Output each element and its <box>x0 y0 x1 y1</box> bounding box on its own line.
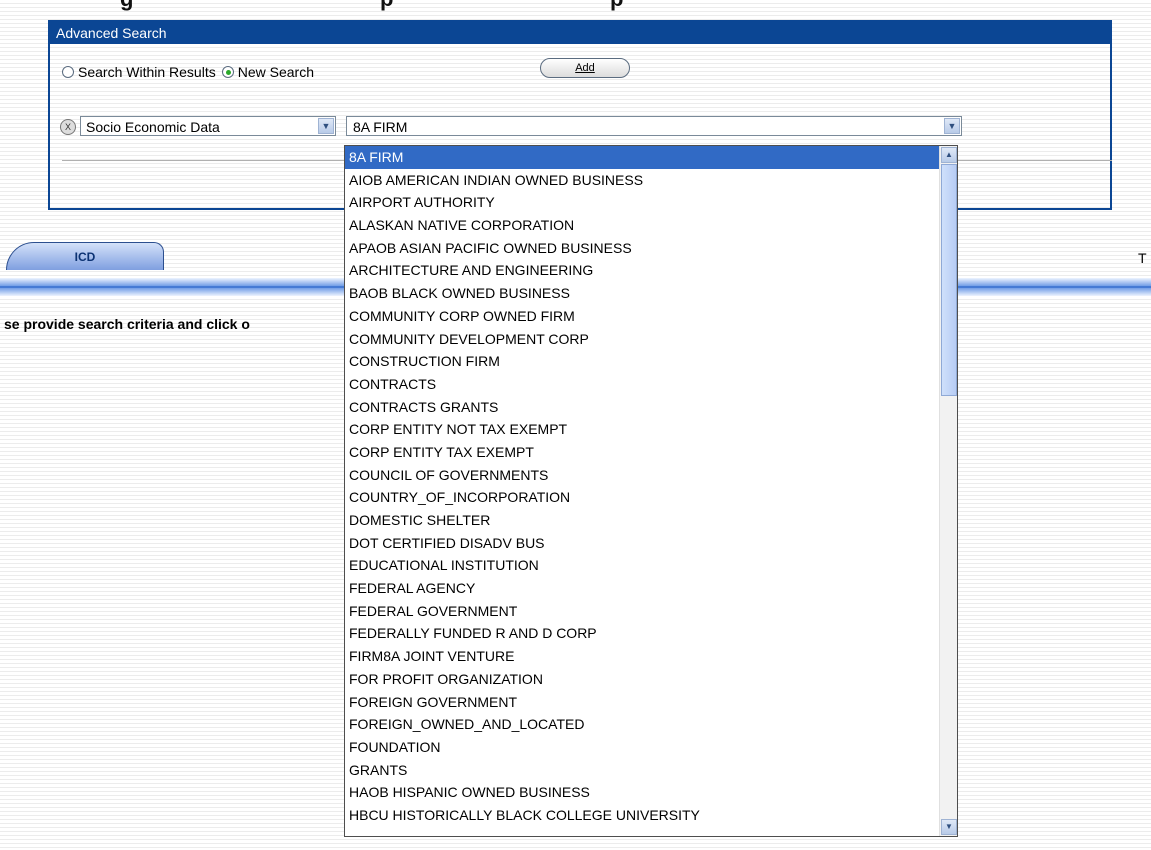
tab-label: ICD <box>74 250 96 264</box>
field-select[interactable]: Socio Economic Data ▼ <box>80 116 336 136</box>
dropdown-option[interactable]: CONSTRUCTION FIRM <box>345 350 939 373</box>
dropdown-option[interactable]: FEDERAL GOVERNMENT <box>345 600 939 623</box>
dropdown-options: 8A FIRM AIOB AMERICAN INDIAN OWNED BUSINE… <box>345 146 957 827</box>
new-search-radio[interactable] <box>221 66 234 78</box>
field-select-value: Socio Economic Data <box>86 119 220 135</box>
dropdown-option[interactable]: FIRM8A JOINT VENTURE <box>345 645 939 668</box>
dropdown-option[interactable]: FOR PROFIT ORGANIZATION <box>345 668 939 691</box>
right-cropped-text: T <box>1138 250 1147 266</box>
dropdown-option[interactable]: EDUCATIONAL INSTITUTION <box>345 554 939 577</box>
dropdown-option[interactable]: ALASKAN NATIVE CORPORATION <box>345 214 939 237</box>
dropdown-option[interactable]: CONTRACTS <box>345 373 939 396</box>
chevron-down-icon[interactable]: ▼ <box>941 819 957 835</box>
dropdown-option[interactable]: CONTRACTS GRANTS <box>345 396 939 419</box>
dropdown-option[interactable]: DOMESTIC SHELTER <box>345 509 939 532</box>
chevron-down-icon[interactable]: ▼ <box>318 118 334 134</box>
search-within-label[interactable]: Search Within Results <box>78 64 216 80</box>
dropdown-option[interactable]: HAOB HISPANIC OWNED BUSINESS <box>345 781 939 804</box>
dropdown-option[interactable]: COUNCIL OF GOVERNMENTS <box>345 464 939 487</box>
chevron-down-icon[interactable]: ▼ <box>944 118 960 134</box>
dropdown-option[interactable]: FEDERALLY FUNDED R AND D CORP <box>345 622 939 645</box>
dropdown-option[interactable]: CORP ENTITY TAX EXEMPT <box>345 441 939 464</box>
dropdown-option[interactable]: FOREIGN GOVERNMENT <box>345 691 939 714</box>
remove-criterion-icon[interactable]: X <box>60 119 76 135</box>
dropdown-option[interactable]: GRANTS <box>345 759 939 782</box>
tab-icd[interactable]: ICD <box>6 242 164 270</box>
dropdown-option[interactable]: AIRPORT AUTHORITY <box>345 191 939 214</box>
new-search-label[interactable]: New Search <box>238 64 314 80</box>
value-dropdown-list[interactable]: 8A FIRM AIOB AMERICAN INDIAN OWNED BUSINE… <box>344 145 958 837</box>
dropdown-scrollbar[interactable]: ▲ ▼ <box>939 146 957 836</box>
dropdown-option[interactable]: FOUNDATION <box>345 736 939 759</box>
scroll-thumb[interactable] <box>941 164 957 396</box>
dropdown-option[interactable]: HBCU HISTORICALLY BLACK COLLEGE UNIVERSI… <box>345 804 939 827</box>
dropdown-option[interactable]: FEDERAL AGENCY <box>345 577 939 600</box>
value-select[interactable]: 8A FIRM ▼ <box>346 116 962 136</box>
dropdown-option[interactable]: CORP ENTITY NOT TAX EXEMPT <box>345 418 939 441</box>
dropdown-option[interactable]: COMMUNITY DEVELOPMENT CORP <box>345 328 939 351</box>
status-message: se provide search criteria and click o <box>4 316 250 332</box>
advanced-search-title: Advanced Search <box>50 22 1110 44</box>
dropdown-option[interactable]: COMMUNITY CORP OWNED FIRM <box>345 305 939 328</box>
dropdown-option[interactable]: ARCHITECTURE AND ENGINEERING <box>345 259 939 282</box>
top-cropped-text: g p p <box>0 0 1151 14</box>
value-select-value: 8A FIRM <box>353 119 408 135</box>
dropdown-option[interactable]: DOT CERTIFIED DISADV BUS <box>345 532 939 555</box>
dropdown-option[interactable]: AIOB AMERICAN INDIAN OWNED BUSINESS <box>345 169 939 192</box>
dropdown-option[interactable]: APAOB ASIAN PACIFIC OWNED BUSINESS <box>345 237 939 260</box>
add-button-label: Add <box>575 62 595 74</box>
search-within-radio[interactable] <box>62 66 74 78</box>
dropdown-option[interactable]: COUNTRY_OF_INCORPORATION <box>345 486 939 509</box>
dropdown-option[interactable]: 8A FIRM <box>345 146 939 169</box>
dropdown-option[interactable]: FOREIGN_OWNED_AND_LOCATED <box>345 713 939 736</box>
search-mode-radios: Search Within Results New Search <box>62 64 320 80</box>
chevron-up-icon[interactable]: ▲ <box>941 147 957 163</box>
add-button[interactable]: Add <box>540 58 630 78</box>
dropdown-option[interactable]: BAOB BLACK OWNED BUSINESS <box>345 282 939 305</box>
